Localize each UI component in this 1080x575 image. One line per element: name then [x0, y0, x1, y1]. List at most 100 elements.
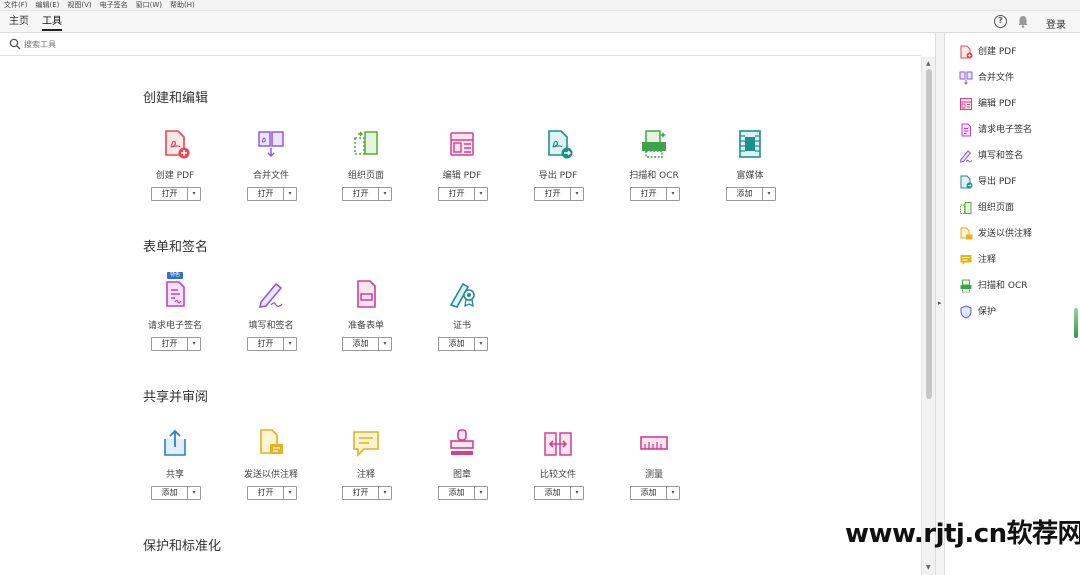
add-button[interactable]: 添加	[535, 487, 571, 499]
tool-label: 共享	[165, 470, 184, 480]
chevron-down-icon[interactable]: ▾	[475, 338, 487, 350]
fill-sign-icon	[258, 282, 283, 308]
chevron-down-icon[interactable]: ▾	[379, 338, 391, 350]
login-button[interactable]: 登录	[1046, 16, 1066, 31]
tool-action-group: 添加 ▾	[342, 337, 392, 351]
menu-help[interactable]: 帮助(H)	[170, 0, 195, 11]
chevron-down-icon[interactable]: ▾	[475, 487, 487, 499]
open-button[interactable]: 打开	[343, 188, 379, 200]
chevron-down-icon[interactable]: ▾	[475, 188, 487, 200]
tool-label: 导出 PDF	[538, 171, 578, 181]
tool-label: 发送以供注释	[243, 470, 298, 480]
tool-action-group: 添加 ▾	[726, 187, 776, 201]
right-item-request-esign[interactable]: 请求电子签名	[959, 123, 1077, 139]
right-tools-panel: 创建 PDF 合并文件 编辑 PDF 请求电子签名 填写和签名 导出 PDF 组…	[945, 33, 1080, 575]
main-scrollbar[interactable]: ▲ ▼	[921, 57, 935, 575]
add-button[interactable]: 添加	[727, 188, 763, 200]
chevron-down-icon[interactable]: ▾	[188, 188, 200, 200]
scan-ocr-icon	[960, 279, 972, 293]
scroll-up-icon[interactable]: ▲	[926, 60, 931, 67]
open-button[interactable]: 打开	[152, 188, 188, 200]
search-icon	[9, 38, 21, 50]
add-button[interactable]: 添加	[343, 338, 379, 350]
tool-action-group: 打开 ▾	[247, 486, 297, 500]
export-pdf-icon	[548, 130, 573, 159]
create-pdf-icon	[960, 45, 973, 59]
right-item-edit-pdf[interactable]: 编辑 PDF	[959, 97, 1077, 113]
chevron-down-icon[interactable]: ▾	[667, 188, 679, 200]
panel-collapse-handle[interactable]: ▸	[935, 33, 945, 575]
right-item-comment[interactable]: 注释	[959, 253, 1077, 269]
edit-pdf-icon	[960, 98, 972, 110]
tool-action-group: 打开 ▾	[151, 337, 201, 351]
watermark-text: www.rjtj.cn软荐网	[845, 519, 1080, 549]
open-button[interactable]: 打开	[248, 188, 284, 200]
open-button[interactable]: 打开	[343, 487, 379, 499]
chevron-down-icon[interactable]: ▾	[188, 338, 200, 350]
open-button[interactable]: 打开	[248, 487, 284, 499]
menu-bar: 文件(F) 编辑(E) 视图(V) 电子签名 窗口(W) 帮助(H)	[0, 0, 1080, 11]
right-item-send-for-comments[interactable]: 发送以供注释	[959, 227, 1077, 243]
add-button[interactable]: 添加	[439, 338, 475, 350]
menu-view[interactable]: 视图(V)	[67, 0, 91, 11]
tool-label: 编辑 PDF	[442, 171, 482, 181]
chevron-down-icon[interactable]: ▾	[571, 487, 583, 499]
right-panel-scroll-indicator[interactable]	[1074, 308, 1078, 338]
add-button[interactable]: 添加	[631, 487, 667, 499]
chevron-down-icon[interactable]: ▾	[284, 188, 296, 200]
bell-icon[interactable]	[1017, 15, 1029, 28]
chevron-down-icon[interactable]: ▾	[284, 338, 296, 350]
open-button[interactable]: 打开	[631, 188, 667, 200]
chevron-down-icon[interactable]: ▾	[188, 487, 200, 499]
chevron-down-icon[interactable]: ▾	[763, 188, 775, 200]
right-item-create-pdf[interactable]: 创建 PDF	[959, 45, 1077, 61]
right-item-label: 填写和签名	[978, 151, 1024, 161]
chevron-right-icon[interactable]: ▸	[938, 299, 942, 307]
open-button[interactable]: 打开	[248, 338, 284, 350]
tool-action-group: 添加 ▾	[534, 486, 584, 500]
help-icon[interactable]: ?	[994, 15, 1007, 28]
add-button[interactable]: 添加	[439, 487, 475, 499]
shield-icon	[960, 305, 972, 319]
rich-media-icon	[739, 130, 761, 158]
menu-window[interactable]: 窗口(W)	[136, 0, 162, 11]
tool-action-group: 打开 ▾	[247, 337, 297, 351]
tab-home[interactable]: 主页	[9, 14, 29, 31]
scroll-down-icon[interactable]: ▼	[926, 564, 931, 571]
scrollbar-thumb[interactable]	[926, 69, 932, 399]
open-button[interactable]: 打开	[439, 188, 475, 200]
chevron-down-icon[interactable]: ▾	[284, 487, 296, 499]
add-button[interactable]: 添加	[152, 487, 188, 499]
tool-label: 富媒体	[736, 171, 764, 181]
tool-action-group: 打开 ▾	[151, 187, 201, 201]
search-input[interactable]	[24, 37, 224, 52]
chevron-down-icon[interactable]: ▾	[379, 487, 391, 499]
stamp-icon	[450, 429, 474, 455]
comment-icon	[353, 431, 379, 457]
ruler-icon	[640, 436, 668, 450]
right-item-combine-files[interactable]: 合并文件	[959, 71, 1077, 87]
menu-file[interactable]: 文件(F)	[4, 0, 28, 11]
chevron-down-icon[interactable]: ▾	[379, 188, 391, 200]
chevron-down-icon[interactable]: ▾	[667, 487, 679, 499]
right-item-scan-ocr[interactable]: 扫描和 OCR	[959, 279, 1077, 295]
open-button[interactable]: 打开	[535, 188, 571, 200]
right-item-label: 请求电子签名	[978, 125, 1033, 135]
menu-edit[interactable]: 编辑(E)	[36, 0, 60, 11]
tool-label: 请求电子签名	[147, 321, 202, 331]
right-item-label: 编辑 PDF	[978, 99, 1017, 109]
menu-esign[interactable]: 电子签名	[100, 0, 128, 11]
right-item-export-pdf[interactable]: 导出 PDF	[959, 175, 1077, 191]
right-item-protect[interactable]: 保护	[959, 305, 1077, 321]
tab-tools[interactable]: 工具	[42, 14, 62, 31]
right-item-label: 创建 PDF	[978, 47, 1017, 57]
right-item-fill-sign[interactable]: 填写和签名	[959, 149, 1077, 165]
tool-label: 填写和签名	[248, 321, 294, 331]
request-esign-icon	[961, 123, 971, 137]
tool-action-group: 打开 ▾	[534, 187, 584, 201]
tool-label: 组织页面	[347, 171, 384, 181]
open-button[interactable]: 打开	[152, 338, 188, 350]
chevron-down-icon[interactable]: ▾	[571, 188, 583, 200]
right-item-organize-pages[interactable]: 组织页面	[959, 201, 1077, 217]
tool-label: 证书	[452, 321, 471, 331]
